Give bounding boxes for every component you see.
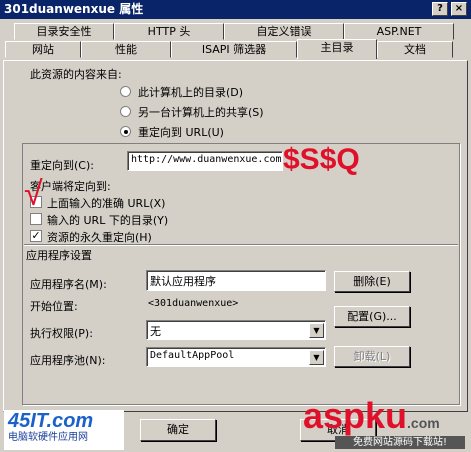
check-directory-below[interactable] xyxy=(30,213,42,225)
radio-redirect-url-label: 重定向到 URL(U) xyxy=(138,126,224,139)
radio-redirect-url[interactable] xyxy=(120,126,131,137)
check-exact-url-label: 上面输入的准确 URL(X) xyxy=(47,197,166,210)
tab-documents[interactable]: 文档 xyxy=(377,41,453,58)
help-button[interactable]: ? xyxy=(432,2,448,16)
watermark-left: 45IT.com 电脑软硬件应用网 xyxy=(4,410,124,450)
exec-permission-select[interactable]: 无 xyxy=(146,320,326,340)
watermark-left-sub: 电脑软硬件应用网 xyxy=(8,432,88,443)
close-button[interactable]: × xyxy=(451,2,467,16)
radio-local-directory[interactable] xyxy=(120,86,131,97)
exec-permission-label: 执行权限(P): xyxy=(30,327,93,340)
tab-website[interactable]: 网站 xyxy=(5,41,81,58)
tab-http-headers[interactable]: HTTP 头 xyxy=(114,23,224,40)
chevron-down-icon[interactable]: ▼ xyxy=(309,350,324,365)
watermark-right-logo: aspku xyxy=(303,395,408,436)
content-source-heading: 此资源的内容来自: xyxy=(30,68,122,81)
app-pool-label: 应用程序池(N): xyxy=(30,354,106,367)
divider xyxy=(24,244,458,246)
radio-network-share-label: 另一台计算机上的共享(S) xyxy=(138,106,264,119)
title-bar: 301duanwenxue 属性 xyxy=(0,0,471,19)
tab-isapi-filters[interactable]: ISAPI 筛选器 xyxy=(171,41,297,58)
tab-home-directory[interactable]: 主目录 xyxy=(297,39,377,59)
redirect-to-label: 重定向到(C): xyxy=(30,159,94,172)
window-title: 301duanwenxue 属性 xyxy=(4,2,144,16)
chevron-down-icon[interactable]: ▼ xyxy=(309,323,324,338)
remove-button[interactable]: 删除(E) xyxy=(334,271,410,292)
watermark-left-logo: 45IT.com xyxy=(8,410,94,432)
tab-performance[interactable]: 性能 xyxy=(81,41,171,58)
configure-button[interactable]: 配置(G)... xyxy=(334,306,410,327)
check-mark-annotation: √ xyxy=(24,175,43,213)
start-position-value: <301duanwenxue> xyxy=(148,298,239,309)
tab-aspnet[interactable]: ASP.NET xyxy=(344,23,454,40)
app-pool-select[interactable]: DefaultAppPool xyxy=(146,347,326,367)
app-name-input[interactable]: 默认应用程序 xyxy=(146,270,326,291)
tab-directory-security[interactable]: 目录安全性 xyxy=(14,23,114,40)
tab-custom-errors[interactable]: 自定义错误 xyxy=(224,23,344,40)
app-name-label: 应用程序名(M): xyxy=(30,278,107,291)
check-permanent-redirect[interactable]: ✓ xyxy=(30,230,42,242)
ok-button[interactable]: 确定 xyxy=(140,419,216,441)
check-directory-below-label: 输入的 URL 下的目录(Y) xyxy=(47,214,169,227)
watermark-right-sub: 免费网站源码下载站! xyxy=(335,436,465,449)
app-settings-heading: 应用程序设置 xyxy=(26,249,92,262)
start-position-label: 开始位置: xyxy=(30,300,78,313)
check-permanent-redirect-label: 资源的永久重定向(H) xyxy=(47,231,152,244)
unload-button: 卸载(L) xyxy=(334,346,410,367)
radio-local-directory-label: 此计算机上的目录(D) xyxy=(138,86,244,99)
radio-network-share[interactable] xyxy=(120,106,131,117)
watermark-right: aspku.com 免费网站源码下载站! xyxy=(303,396,469,450)
redirect-url-input[interactable]: http://www.duanwenxue.com xyxy=(127,151,283,171)
watermark-right-suffix: .com xyxy=(407,415,440,431)
annotation-text: $S$Q xyxy=(283,143,360,176)
